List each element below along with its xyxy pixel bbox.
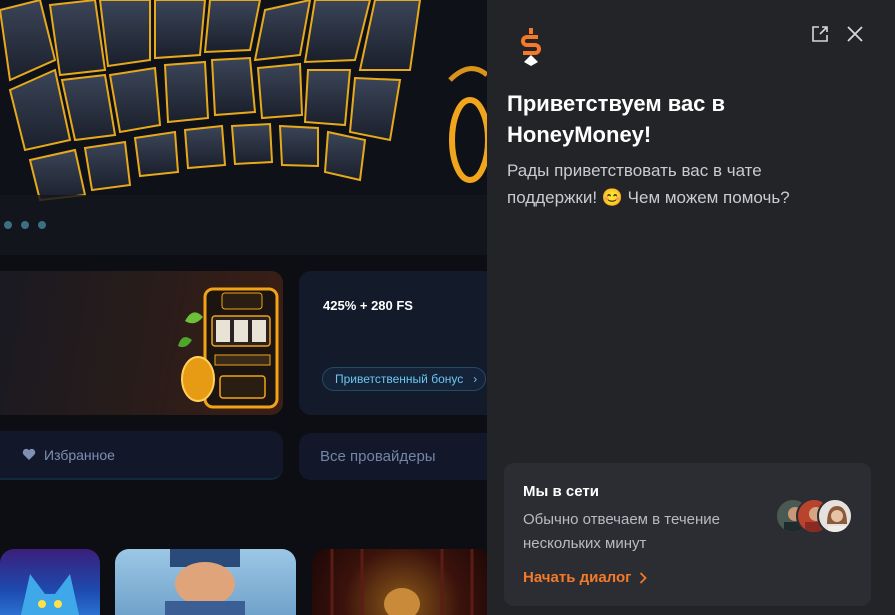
close-icon xyxy=(847,26,863,42)
chevron-right-icon: › xyxy=(473,372,478,386)
status-title: Мы в сети xyxy=(523,483,599,500)
all-providers-label: Все провайдеры xyxy=(320,448,436,465)
open-external-button[interactable] xyxy=(810,24,830,44)
bonus-card[interactable]: 425% + 280 FS Приветственный бонус › xyxy=(299,271,499,415)
heart-icon xyxy=(22,448,36,460)
slot-machine-artwork xyxy=(178,287,279,409)
carousel-dot[interactable] xyxy=(21,221,29,229)
game-wolf-artwork xyxy=(20,574,80,615)
chevron-right-icon xyxy=(640,571,648,584)
close-chat-button[interactable] xyxy=(845,24,865,44)
game-tile-officer[interactable] xyxy=(115,549,296,615)
carousel-dots[interactable] xyxy=(4,221,46,229)
online-status-card: Мы в сети Обычно отвечаем в течение неск… xyxy=(504,463,871,606)
bonus-title: 425% + 280 FS xyxy=(323,298,413,313)
carousel-dot[interactable] xyxy=(4,221,12,229)
promo-card-slot[interactable] xyxy=(0,271,283,415)
game-officer-artwork xyxy=(165,549,245,615)
chat-greeting-text: Рады приветствовать вас в чате поддержки… xyxy=(507,161,790,207)
hero-artwork xyxy=(0,0,487,255)
chat-greeting-title: Приветствуем вас в HoneyMoney! xyxy=(507,91,726,147)
all-providers-button[interactable]: Все провайдеры xyxy=(299,433,499,480)
welcome-bonus-button[interactable]: Приветственный бонус › xyxy=(322,367,487,391)
support-chat-panel: Приветствуем вас в HoneyMoney! Рады прив… xyxy=(487,0,895,615)
game-tile-wolf[interactable] xyxy=(0,549,100,615)
honeymoney-logo-icon xyxy=(521,28,541,66)
agent-avatar-3 xyxy=(827,506,847,532)
page: 425% + 280 FS Приветственный бонус › Изб… xyxy=(0,0,895,615)
start-dialog-label: Начать диалог xyxy=(523,569,632,586)
open-external-icon xyxy=(812,26,828,42)
hero-banner[interactable] xyxy=(0,0,487,255)
favorites-button[interactable]: Избранное xyxy=(0,431,283,480)
welcome-bonus-label: Приветственный бонус xyxy=(335,372,464,386)
avatar xyxy=(817,498,853,534)
favorites-label: Избранное xyxy=(44,446,115,463)
game-tile-prison[interactable] xyxy=(312,549,492,615)
start-dialog-link[interactable]: Начать диалог xyxy=(523,569,648,586)
agent-avatars xyxy=(775,498,853,534)
carousel-dot[interactable] xyxy=(38,221,46,229)
status-text: Обычно отвечаем в течение нескольких мин… xyxy=(523,511,720,552)
game-prison-artwork xyxy=(330,549,474,615)
